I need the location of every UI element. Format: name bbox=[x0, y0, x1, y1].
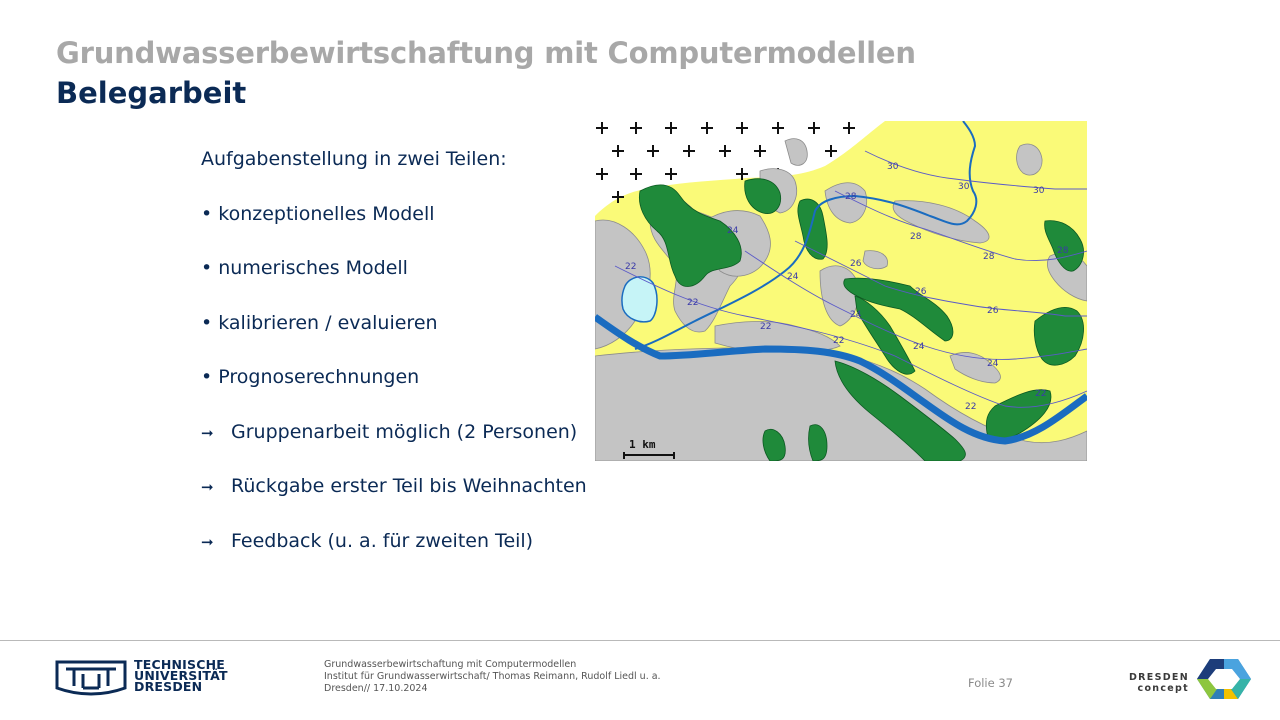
svg-text:22: 22 bbox=[687, 298, 698, 308]
intro-text: Aufgabenstellung in zwei Teilen: bbox=[201, 148, 507, 170]
svg-text:26: 26 bbox=[850, 259, 862, 269]
slide-number: Folie 37 bbox=[968, 676, 1013, 690]
svg-text:24: 24 bbox=[727, 226, 739, 236]
arrow-item: ➞ Rückgabe erster Teil bis Weihnachten bbox=[201, 475, 587, 497]
svg-text:22: 22 bbox=[760, 322, 771, 332]
svg-text:24: 24 bbox=[787, 272, 799, 282]
svg-text:24: 24 bbox=[913, 342, 925, 352]
svg-text:24: 24 bbox=[987, 359, 999, 369]
footer-course: Grundwasserbewirtschaftung mit Computerm… bbox=[324, 659, 577, 670]
svg-text:24: 24 bbox=[850, 310, 862, 320]
arrow-right-icon: ➞ bbox=[201, 424, 214, 442]
slide-header-title: Grundwasserbewirtschaftung mit Computerm… bbox=[56, 36, 916, 70]
tu-dresden-logo: TECHNISCHE UNIVERSITÄT DRESDEN bbox=[54, 658, 228, 700]
arrow-item-label: Gruppenarbeit möglich (2 Personen) bbox=[231, 421, 578, 443]
svg-text:22: 22 bbox=[1035, 389, 1046, 399]
arrow-item-label: Feedback (u. a. für zweiten Teil) bbox=[231, 530, 534, 552]
svg-text:28: 28 bbox=[983, 252, 995, 262]
arrow-right-icon: ➞ bbox=[201, 478, 214, 496]
footer-divider bbox=[0, 640, 1280, 641]
slide-title: Belegarbeit bbox=[56, 76, 247, 110]
scale-bar-label: 1 km bbox=[629, 438, 656, 451]
footer-info: Grundwasserbewirtschaftung mit Computerm… bbox=[324, 659, 661, 695]
bullet-item: • numerisches Modell bbox=[201, 257, 408, 279]
svg-text:22: 22 bbox=[625, 262, 636, 272]
footer-date: Dresden// 17.10.2024 bbox=[324, 683, 428, 694]
svg-text:28: 28 bbox=[910, 232, 922, 242]
svg-text:22: 22 bbox=[833, 336, 844, 346]
dresden-concept-logo-icon bbox=[1197, 659, 1251, 699]
bullet-item: • Prognoserechnungen bbox=[201, 366, 420, 388]
svg-text:26: 26 bbox=[987, 306, 999, 316]
arrow-item: ➞ Gruppenarbeit möglich (2 Personen) bbox=[201, 421, 577, 443]
dresden-concept-text: DRESDEN concept bbox=[1129, 672, 1189, 694]
tud-emblem-icon bbox=[55, 660, 127, 696]
svg-text:30: 30 bbox=[887, 162, 899, 172]
svg-text:22: 22 bbox=[965, 402, 976, 412]
arrow-item: ➞ Feedback (u. a. für zweiten Teil) bbox=[201, 530, 533, 552]
bullet-item: • kalibrieren / evaluieren bbox=[201, 312, 438, 334]
groundwater-contour-map: 30 30 30 28 28 28 28 26 26 26 24 24 24 2… bbox=[595, 121, 1087, 461]
arrow-item-label: Rückgabe erster Teil bis Weihnachten bbox=[231, 475, 587, 497]
svg-text:30: 30 bbox=[958, 182, 970, 192]
svg-text:28: 28 bbox=[845, 192, 857, 202]
svg-text:30: 30 bbox=[1033, 186, 1045, 196]
tud-logo-text: TECHNISCHE UNIVERSITÄT DRESDEN bbox=[134, 657, 228, 694]
bullet-item: • konzeptionelles Modell bbox=[201, 203, 435, 225]
footer-institute: Institut für Grundwasserwirtschaft/ Thom… bbox=[324, 671, 661, 682]
svg-text:28: 28 bbox=[1057, 246, 1069, 256]
svg-text:26: 26 bbox=[915, 287, 927, 297]
arrow-right-icon: ➞ bbox=[201, 533, 214, 551]
